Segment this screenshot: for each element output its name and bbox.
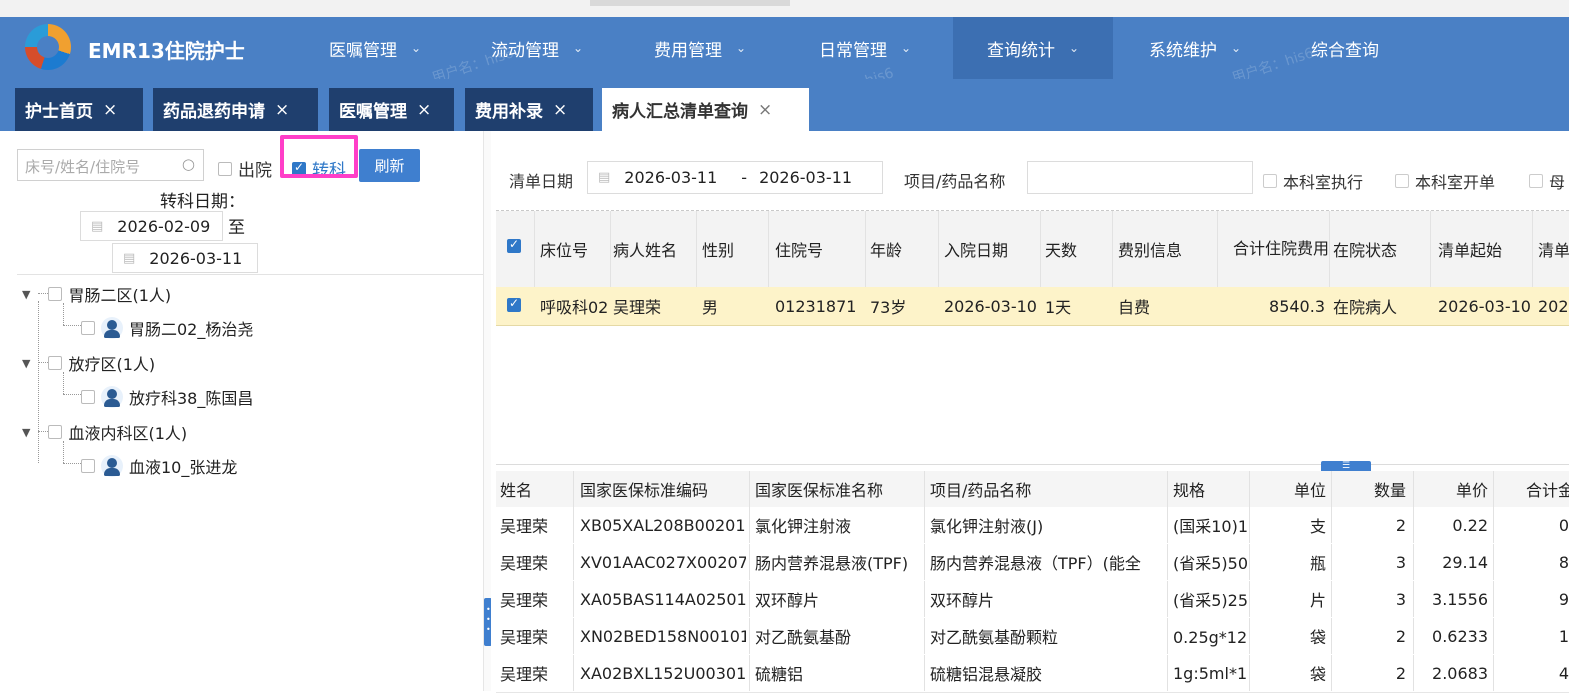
detail-row[interactable]: 吴理荣 XV01AAC027X0020702 肠内营养混悬液(TPF) 肠内营养… (496, 544, 1569, 582)
patient-grid: 床位号 病人姓名 性别 住院号 年龄 入院日期 天数 费别信息 合计住院费用 在… (496, 210, 1569, 459)
patient-checkbox[interactable] (81, 321, 95, 335)
row-checkbox[interactable] (507, 296, 521, 312)
close-icon[interactable]: × (553, 100, 567, 120)
expand-arrow-icon[interactable]: ▼ (22, 357, 30, 370)
detail-row[interactable]: 吴理荣 XA02BXL152U0030102 硫糖铝 硫糖铝混悬凝胶 1g:5m… (496, 655, 1569, 693)
transfer-highlight-box (280, 135, 358, 178)
close-icon[interactable]: × (103, 100, 117, 120)
item-name-label: 项目/药品名称 (904, 172, 1006, 191)
expand-arrow-icon[interactable]: ▼ (22, 426, 30, 439)
tree-ward[interactable]: ▼ 胃肠二区(1人) (22, 282, 171, 306)
col-status[interactable]: 在院状态 (1333, 211, 1397, 287)
ward-checkbox[interactable] (48, 425, 63, 439)
calendar-icon: ▤ (91, 218, 104, 234)
discharged-checkbox[interactable]: 出院 (218, 156, 272, 181)
list-date-range[interactable]: ▤ 2026-03-11 - 2026-03-11 (587, 161, 883, 194)
chevron-down-icon: ⌄ (900, 41, 912, 55)
ward-checkbox[interactable] (48, 356, 63, 370)
close-icon[interactable]: × (417, 100, 431, 120)
menu-fees[interactable]: 费用管理 ⌄ (625, 17, 775, 79)
app-title: EMR13住院护士 (88, 39, 245, 63)
chevron-down-icon: ⌄ (1068, 41, 1080, 55)
refresh-button[interactable]: 刷新 (359, 149, 420, 182)
chk-dept-exec[interactable]: 本科室执行 (1263, 169, 1363, 193)
col-total-fee[interactable]: 合计住院费用 (1221, 219, 1329, 279)
list-date-label: 清单日期 (509, 172, 574, 191)
col-inpatient-no[interactable]: 住院号 (775, 211, 823, 287)
col-gender[interactable]: 性别 (702, 211, 734, 287)
tree-ward[interactable]: ▼ 放疗区(1人) (22, 351, 155, 375)
col-days[interactable]: 天数 (1045, 211, 1077, 287)
close-icon[interactable]: × (275, 100, 289, 120)
col-list-end[interactable]: 清单 (1538, 211, 1569, 287)
transfer-date-to[interactable]: ▤ 2026-03-11 (112, 243, 258, 273)
chevron-down-icon: ⌄ (410, 41, 422, 55)
col-bed[interactable]: 床位号 (540, 211, 588, 287)
tab-nurse-home[interactable]: 护士首页 × (15, 88, 143, 131)
tree-patient[interactable]: 血液10_张进龙 (81, 454, 237, 478)
col-list-start[interactable]: 清单起始 (1438, 211, 1502, 287)
top-strip (0, 0, 1569, 17)
chk-dept-open[interactable]: 本科室开单 (1395, 169, 1495, 193)
detail-grid-header: 姓名 国家医保标准编码 国家医保标准名称 项目/药品名称 规格 单位 数量 单价… (496, 471, 1569, 508)
item-name-input[interactable] (1027, 161, 1253, 194)
tab-orders[interactable]: 医嘱管理 × (329, 88, 454, 131)
select-all-checkbox[interactable] (507, 237, 521, 253)
search-icon: ○ (181, 155, 195, 173)
patient-avatar-icon (101, 455, 123, 477)
expand-arrow-icon[interactable]: ▼ (22, 288, 30, 301)
patient-tree-panel: 床号/姓名/住院号 ○ 出院 转科 刷新 转科日期： ▤2026-02-09 至… (0, 131, 483, 691)
patient-checkbox[interactable] (81, 390, 95, 404)
menu-query-stats[interactable]: 查询统计 ⌄ (953, 17, 1113, 79)
chevron-down-icon: ⌄ (1230, 41, 1242, 55)
chk-mother[interactable]: 母 (1529, 169, 1565, 193)
transfer-date-from[interactable]: ▤ 2026-02-09 (80, 211, 223, 241)
tab-bar: 护士首页 × 药品退药申请 × 医嘱管理 × 费用补录 × 病人汇总清单查询 × (0, 79, 1569, 131)
chevron-down-icon: ⌄ (735, 41, 747, 55)
filter-bar: 清单日期 ▤ 2026-03-11 - 2026-03-11 项目/药品名称 本… (491, 131, 1569, 208)
col-admit-date[interactable]: 入院日期 (944, 211, 1008, 287)
calendar-icon: ▤ (598, 170, 611, 185)
patient-checkbox[interactable] (81, 459, 95, 473)
patient-grid-header: 床位号 病人姓名 性别 住院号 年龄 入院日期 天数 费别信息 合计住院费用 在… (496, 211, 1569, 288)
menu-orders[interactable]: 医嘱管理 ⌄ (300, 17, 450, 79)
ward-checkbox[interactable] (48, 287, 63, 301)
tree-ward[interactable]: ▼ 血液内科区(1人) (22, 420, 187, 444)
tab-patient-summary[interactable]: 病人汇总清单查询 × (602, 88, 809, 131)
calendar-icon: ▤ (123, 250, 136, 266)
transfer-date-label: 转科日期： (160, 192, 245, 212)
app-logo (25, 24, 71, 70)
col-fee-type[interactable]: 费别信息 (1118, 211, 1182, 287)
detail-row[interactable]: 吴理荣 XB05XAL208B0020101 氯化钾注射液 氯化钾注射液(J) … (496, 507, 1569, 545)
chevron-down-icon: ⌄ (572, 41, 584, 55)
summary-panel: 清单日期 ▤ 2026-03-11 - 2026-03-11 项目/药品名称 本… (491, 131, 1569, 693)
tab-fee-supplement[interactable]: 费用补录 × (465, 88, 593, 131)
tree-patient[interactable]: 放疗科38_陈国昌 (81, 385, 253, 409)
tree-patient[interactable]: 胃肠二02_杨治尧 (81, 316, 253, 340)
tab-drug-return[interactable]: 药品退药申请 × (153, 88, 318, 131)
search-input[interactable]: 床号/姓名/住院号 ○ (17, 149, 204, 181)
col-name[interactable]: 病人姓名 (613, 211, 677, 287)
horizontal-splitter[interactable] (496, 458, 1569, 465)
detail-row[interactable]: 吴理荣 XA05BAS114A0250102 双环醇片 双环醇片 (省采5)25… (496, 581, 1569, 619)
patient-avatar-icon (101, 317, 123, 339)
close-icon[interactable]: × (758, 100, 772, 120)
col-age[interactable]: 年龄 (870, 211, 902, 287)
patient-avatar-icon (101, 386, 123, 408)
detail-row[interactable]: 吴理荣 XN02BED158N0010102 对乙酰氨基酚 对乙酰氨基酚颗粒 0… (496, 618, 1569, 656)
detail-grid: 姓名 国家医保标准编码 国家医保标准名称 项目/药品名称 规格 单位 数量 单价… (496, 471, 1569, 693)
app-header: EMR13住院护士 医嘱管理 ⌄ 流动管理 ⌄ 费用管理 ⌄ 日常管理 ⌄ 查询统计 ⌄ … (0, 17, 1569, 107)
splitter-handle[interactable]: ☰ (1321, 461, 1371, 471)
patient-row-selected[interactable]: 呼吸科02 吴理荣 男 01231871 73岁 2026-03-10 1天 自… (496, 287, 1569, 326)
date-to-sep: 至 (228, 218, 245, 238)
